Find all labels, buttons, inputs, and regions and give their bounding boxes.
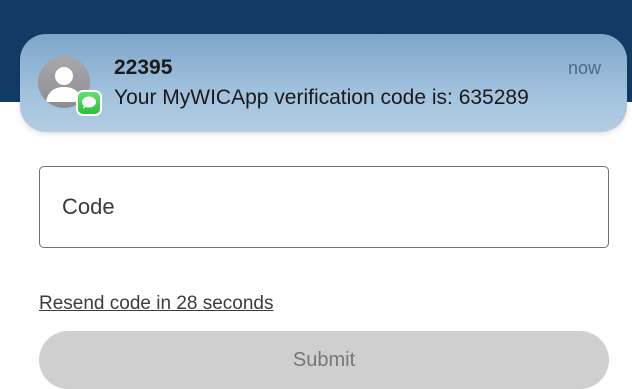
notification-sender: 22395: [114, 56, 173, 79]
notification-time: now: [567, 58, 601, 78]
message-notification-banner[interactable]: 22395 Your MyWICApp verification code is…: [20, 34, 627, 132]
verification-code-input[interactable]: [39, 166, 609, 248]
messages-icon: [76, 90, 102, 116]
resend-code-link[interactable]: Resend code in 28 seconds: [39, 293, 274, 315]
submit-button[interactable]: Submit: [39, 331, 609, 389]
notification-message: Your MyWICApp verification code is: 6352…: [114, 86, 529, 109]
